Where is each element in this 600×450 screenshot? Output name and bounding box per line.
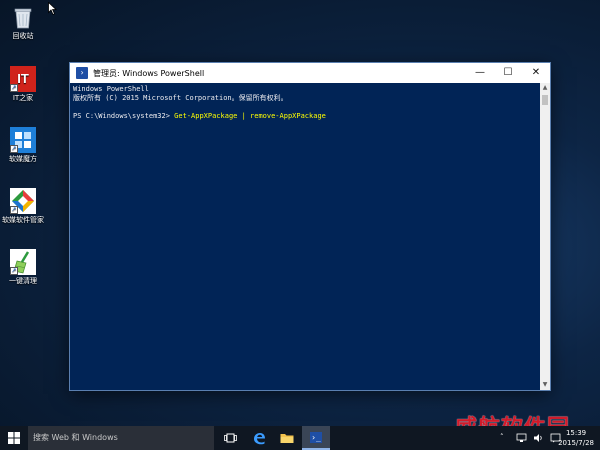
taskbar-edge-button[interactable]: [245, 426, 273, 450]
ithome-icon: IT ↗: [10, 66, 36, 92]
close-button[interactable]: ✕: [522, 63, 550, 83]
vertical-scrollbar[interactable]: ▲ ▼: [540, 83, 550, 390]
console-prompt-line: PS C:\Windows\system32> Get-AppXPackage …: [73, 112, 537, 121]
mouse-cursor-icon: [48, 0, 58, 19]
console-copyright-line: 版权所有 (C) 2015 Microsoft Corporation。保留所有…: [73, 94, 288, 102]
clock[interactable]: 15:39 2015/7/28: [558, 428, 594, 448]
recycle-bin-icon: [10, 4, 36, 30]
desktop-icon-label: 一键清理: [9, 277, 37, 285]
powershell-icon: ›_: [310, 431, 322, 443]
start-button[interactable]: [0, 426, 28, 450]
taskbar-powershell-button[interactable]: ›_: [302, 426, 330, 450]
shortcut-arrow-icon: ↗: [10, 267, 18, 275]
system-tray: ˄ 15:39 2015/7/28: [440, 426, 600, 450]
tray-chevron-up-icon[interactable]: ˄: [500, 433, 504, 441]
taskbar-explorer-button[interactable]: [273, 426, 301, 450]
maximize-button[interactable]: ☐: [494, 63, 522, 83]
windows-logo-icon: [8, 432, 20, 444]
task-view-button[interactable]: [216, 426, 244, 450]
desktop-icon-software-manager[interactable]: ↗ 软媒软件管家: [0, 188, 48, 225]
shortcut-arrow-icon: ↗: [10, 145, 18, 153]
scroll-down-arrow-icon[interactable]: ▼: [540, 380, 550, 390]
taskbar: 搜索 Web 和 Windows ›_ ˄ 15:39 2015/7/28: [0, 426, 600, 450]
shortcut-arrow-icon: ↗: [10, 84, 18, 92]
desktop-icon-one-click-clean[interactable]: ↗ 一键清理: [0, 249, 48, 286]
desktop-icon-label: 回收站: [12, 32, 34, 40]
minimize-button[interactable]: —: [466, 63, 494, 83]
volume-icon[interactable]: [533, 433, 544, 443]
desktop-icon-label: 软媒软件管家: [2, 216, 44, 224]
broom-icon: ↗: [10, 249, 36, 275]
network-icon[interactable]: [516, 433, 527, 443]
console-command: Get-AppXPackage | remove-AppXPackage: [174, 112, 326, 120]
scroll-up-arrow-icon[interactable]: ▲: [540, 83, 550, 93]
powershell-icon: ›: [76, 67, 88, 79]
clock-date: 2015/7/28: [558, 439, 594, 447]
desktop: 回收站 IT ↗ IT之家 ↗ 软媒魔方 ↗ 软媒软件管家 ↗ 一键清理 › 管…: [0, 0, 600, 450]
desktop-icon-label: 软媒魔方: [9, 155, 37, 163]
software-manager-icon: ↗: [10, 188, 36, 214]
search-input[interactable]: 搜索 Web 和 Windows: [28, 426, 214, 450]
shortcut-arrow-icon: ↗: [10, 206, 18, 214]
folder-icon: [280, 434, 294, 443]
desktop-icon-label: IT之家: [12, 94, 34, 102]
powershell-window[interactable]: › 管理员: Windows PowerShell — ☐ ✕ Windows …: [70, 63, 550, 390]
console-area[interactable]: Windows PowerShell 版权所有 (C) 2015 Microsof…: [70, 83, 540, 390]
mofang-icon: ↗: [10, 127, 36, 153]
desktop-icon-recycle-bin[interactable]: 回收站: [0, 4, 48, 41]
console-prompt: PS C:\Windows\system32>: [73, 112, 175, 120]
window-title: 管理员: Windows PowerShell: [93, 68, 205, 78]
window-titlebar[interactable]: › 管理员: Windows PowerShell — ☐ ✕: [70, 63, 550, 83]
edge-browser-icon: [253, 432, 265, 444]
task-view-icon: [223, 433, 237, 443]
clock-time: 15:39: [565, 429, 587, 437]
scrollbar-thumb[interactable]: [542, 95, 548, 105]
desktop-icon-ithome[interactable]: IT ↗ IT之家: [0, 66, 48, 103]
console-banner-line: Windows PowerShell: [73, 85, 149, 93]
desktop-icon-ruanmei-mofang[interactable]: ↗ 软媒魔方: [0, 127, 48, 164]
